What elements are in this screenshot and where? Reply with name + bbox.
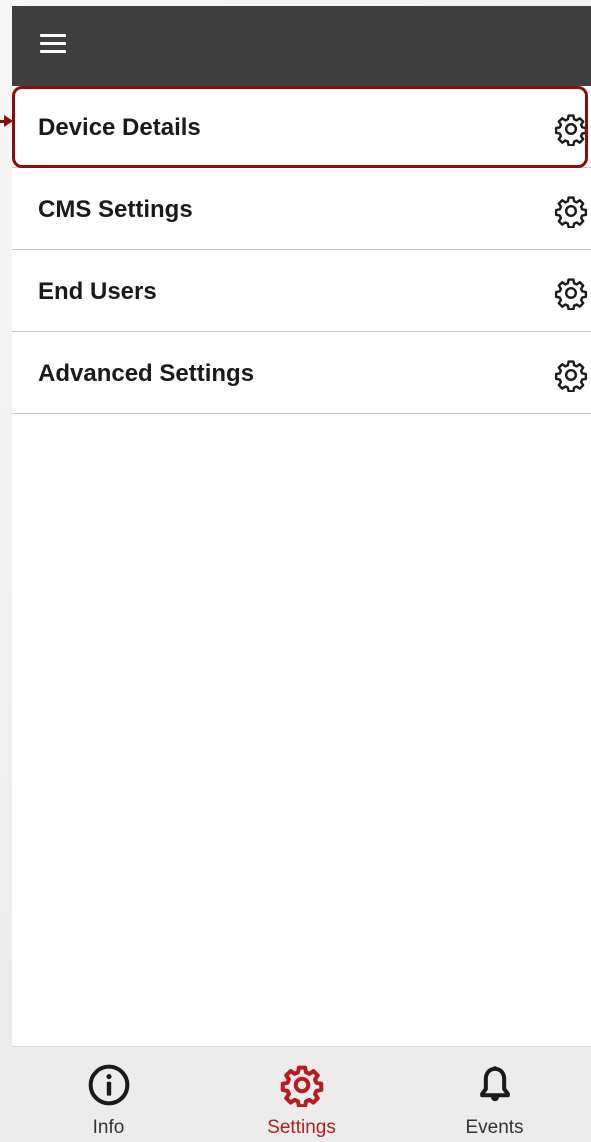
settings-list: Device Details CMS Settings End Users Ad… [12, 86, 591, 414]
tab-label: Events [465, 1117, 524, 1138]
settings-item-advanced-settings[interactable]: Advanced Settings [12, 332, 591, 414]
settings-item-label: Advanced Settings [38, 360, 255, 387]
settings-item-label: CMS Settings [38, 196, 193, 223]
bell-icon [479, 1066, 510, 1102]
gear-icon [554, 360, 588, 392]
app-screen: Device Details CMS Settings End Users Ad… [12, 6, 591, 1142]
gear-icon [280, 1065, 323, 1107]
settings-item-cms-settings[interactable]: CMS Settings [12, 168, 591, 250]
gear-icon [554, 114, 588, 146]
hamburger-menu-icon[interactable] [34, 26, 74, 62]
tab-label: Info [92, 1117, 125, 1138]
app-bar [12, 6, 591, 86]
callout-arrow-icon [4, 115, 13, 127]
tab-events[interactable]: Events [398, 1047, 591, 1142]
tab-settings[interactable]: Settings [205, 1047, 398, 1142]
gear-icon [554, 196, 588, 228]
settings-item-label: Device Details [38, 114, 201, 141]
info-icon [88, 1064, 129, 1106]
bottom-tab-bar: Info Settings Events [12, 1046, 591, 1142]
settings-item-device-details[interactable]: Device Details [12, 86, 591, 168]
tab-label: Settings [267, 1117, 336, 1138]
settings-item-end-users[interactable]: End Users [12, 250, 591, 332]
settings-item-label: End Users [38, 278, 157, 305]
tab-info[interactable]: Info [12, 1047, 205, 1142]
gear-icon [554, 278, 588, 310]
